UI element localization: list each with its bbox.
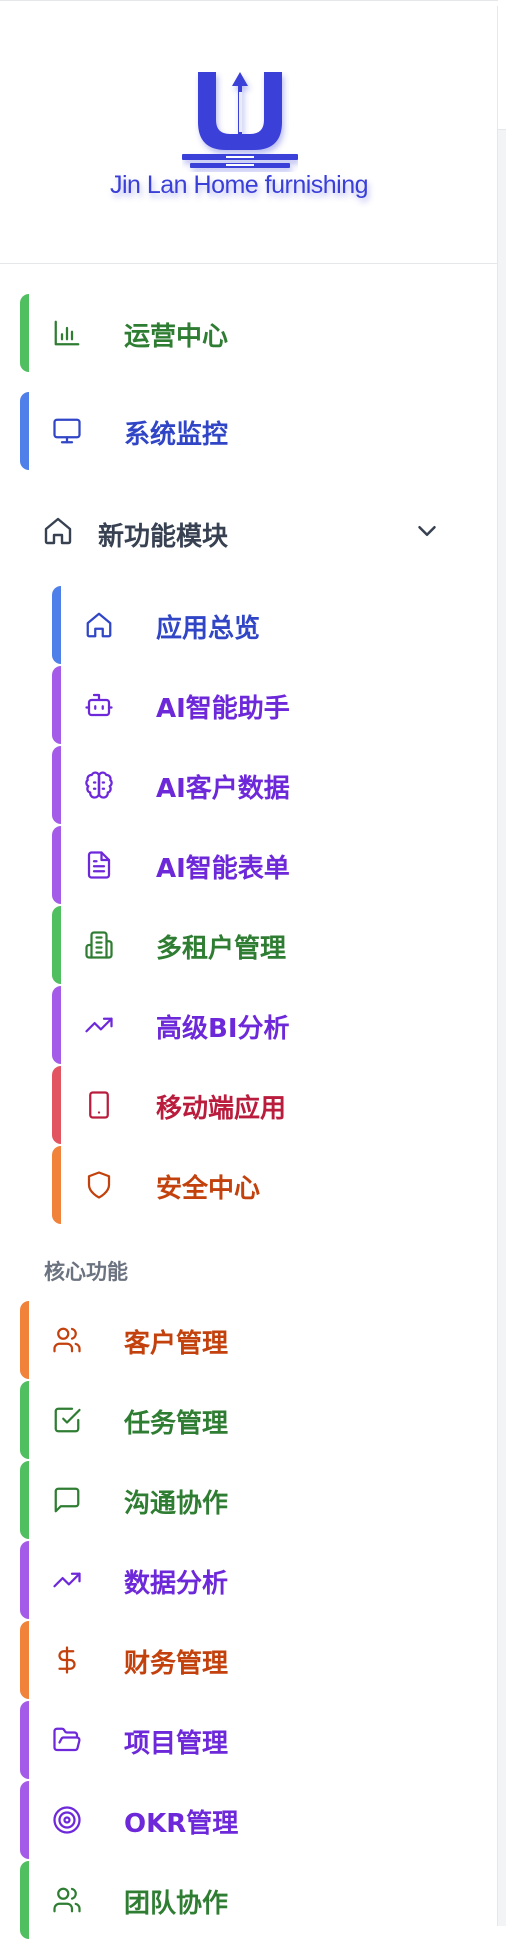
nav-item-accent (20, 294, 29, 372)
home-icon (42, 515, 76, 549)
nav-item-label: 数据分析 (124, 1569, 229, 1599)
nav-item-label: 团队协作 (124, 1889, 229, 1919)
nav-item-advanced-bi[interactable]: 高级BI分析 (52, 986, 490, 1064)
nav-item-accent (20, 1461, 29, 1539)
chevron-down-icon[interactable] (412, 516, 442, 546)
nav-item-label: 客户管理 (124, 1329, 229, 1359)
nav-item-accent (20, 1301, 29, 1379)
users-icon (50, 1883, 84, 1917)
nav-item-accent (20, 1781, 29, 1859)
content-edge (498, 0, 506, 1926)
nav-item-label: 任务管理 (124, 1409, 229, 1439)
users-icon (50, 1323, 84, 1357)
nav-item-system-monitor[interactable]: 系统监控 (20, 392, 490, 470)
dollar-icon (50, 1643, 84, 1677)
nav-item-accent (52, 746, 61, 824)
check-square-icon (50, 1403, 84, 1437)
nav-item-accent (52, 666, 61, 744)
bot-icon (82, 688, 116, 722)
nav-item-team-collaboration[interactable]: 团队协作 (20, 1861, 490, 1939)
nav-item-accent (52, 586, 61, 664)
nav-item-accent (52, 1066, 61, 1144)
logo-text: Jin Lan Home furnishing (109, 171, 369, 199)
nav-item-label: AI智能表单 (156, 854, 290, 884)
nav-item-accent (20, 1861, 29, 1939)
logo-area[interactable]: Jin Lan Home furnishing (0, 6, 498, 264)
nav-item-accent (52, 986, 61, 1064)
monitor-icon (50, 414, 84, 448)
nav-item-label: 安全中心 (156, 1174, 261, 1204)
nav-item-label: 沟通协作 (124, 1489, 229, 1519)
nav-item-label: 财务管理 (124, 1649, 229, 1679)
nav-item-label: 移动端应用 (156, 1094, 287, 1124)
nav-item-task-management[interactable]: 任务管理 (20, 1381, 490, 1459)
bar-chart-icon (50, 316, 84, 350)
nav-item-multi-tenant[interactable]: 多租户管理 (52, 906, 490, 984)
nav-item-project-management[interactable]: 项目管理 (20, 1701, 490, 1779)
nav-item-ai-assistant[interactable]: AI智能助手 (52, 666, 490, 744)
message-square-icon (50, 1483, 84, 1517)
nav-item-label: 高级BI分析 (156, 1014, 290, 1044)
nav-item-accent (20, 392, 29, 470)
nav-item-security-center[interactable]: 安全中心 (52, 1146, 490, 1224)
trending-up-icon (50, 1563, 84, 1597)
nav-item-customer-management[interactable]: 客户管理 (20, 1301, 490, 1379)
nav-item-operations-center[interactable]: 运营中心 (20, 294, 490, 372)
nav-item-label: AI客户数据 (156, 774, 290, 804)
brain-icon (82, 768, 116, 802)
nav-item-label: AI智能助手 (156, 694, 290, 724)
nav-group-new-modules[interactable]: 新功能模块 (20, 496, 490, 566)
nav-item-ai-smart-form[interactable]: AI智能表单 (52, 826, 490, 904)
nav-item-mobile-app[interactable]: 移动端应用 (52, 1066, 490, 1144)
nav-item-accent (52, 1146, 61, 1224)
nav-item-label: 系统监控 (124, 420, 229, 450)
nav-item-ai-customer-data[interactable]: AI客户数据 (52, 746, 490, 824)
section-title-core: 核心功能 (44, 1260, 128, 1284)
nav-group-label: 新功能模块 (98, 522, 229, 552)
sidebar: Jin Lan Home furnishing 运营中心 系统监控 新功能模块 … (0, 6, 498, 1939)
nav-item-app-overview[interactable]: 应用总览 (52, 586, 490, 664)
trending-up-icon (82, 1008, 116, 1042)
nav-item-accent (52, 906, 61, 984)
header-edge (498, 0, 506, 130)
nav-item-label: OKR管理 (124, 1809, 239, 1839)
nav-item-label: 应用总览 (156, 614, 261, 644)
nav-item-data-analysis[interactable]: 数据分析 (20, 1541, 490, 1619)
nav-item-accent (20, 1381, 29, 1459)
nav-item-okr-management[interactable]: OKR管理 (20, 1781, 490, 1859)
nav-item-finance[interactable]: 财务管理 (20, 1621, 490, 1699)
nav-item-label: 项目管理 (124, 1729, 229, 1759)
jinlan-logo-icon (182, 72, 298, 168)
nav-item-accent (20, 1621, 29, 1699)
shield-icon (82, 1168, 116, 1202)
nav-item-label: 运营中心 (124, 322, 229, 352)
nav-item-accent (52, 826, 61, 904)
nav-item-accent (20, 1701, 29, 1779)
file-text-icon (82, 848, 116, 882)
building-icon (82, 928, 116, 962)
folder-open-icon (50, 1723, 84, 1757)
smartphone-icon (82, 1088, 116, 1122)
home-icon (82, 608, 116, 642)
target-icon (50, 1803, 84, 1837)
nav-item-communication[interactable]: 沟通协作 (20, 1461, 490, 1539)
nav-item-label: 多租户管理 (156, 934, 287, 964)
nav-item-accent (20, 1541, 29, 1619)
